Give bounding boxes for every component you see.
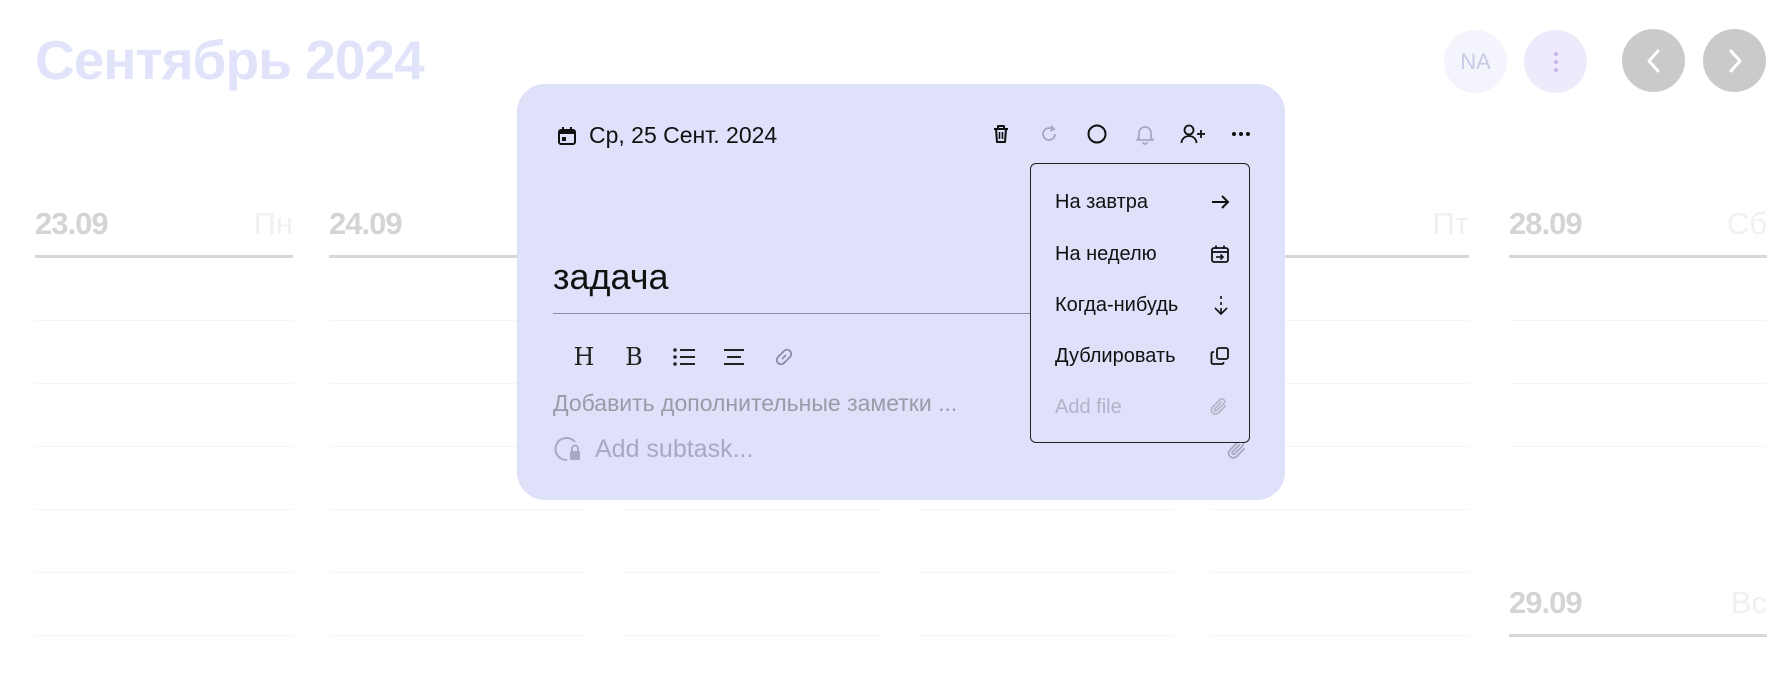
day-date: 23.09 (35, 206, 109, 241)
task-slot[interactable] (35, 447, 293, 510)
bell-icon (1136, 126, 1154, 145)
menu-item-label: Add file (1055, 395, 1122, 418)
complete-toggle[interactable] (1073, 120, 1121, 148)
menu-item-tomorrow[interactable]: На завтра (1055, 187, 1230, 217)
circle-icon (1087, 124, 1107, 144)
next-week-button[interactable] (1703, 29, 1766, 92)
user-avatar[interactable]: NA (1444, 30, 1507, 93)
user-plus-icon (1180, 124, 1205, 144)
align-center-icon (724, 349, 744, 365)
title-divider (553, 313, 1075, 314)
day-date: 24.09 (329, 206, 403, 241)
redo-icon (1042, 125, 1056, 141)
day-date: 28.09 (1509, 206, 1583, 241)
calendar-icon (558, 126, 576, 145)
task-slot[interactable] (329, 510, 587, 573)
task-slot[interactable] (35, 384, 293, 447)
more-menu-button[interactable] (1524, 30, 1587, 93)
calendar-arrow-icon (1211, 245, 1229, 263)
task-options-menu: На завтра На неделю Когда-нибудь Дублиро… (1030, 163, 1250, 443)
chevron-left-icon (1647, 49, 1659, 72)
task-title-input[interactable]: задача (553, 256, 669, 298)
month-title: Сентябрь 2024 (35, 29, 425, 91)
bullet-list-icon (673, 348, 695, 366)
task-slot[interactable] (1509, 321, 1767, 384)
arrow-down-dotted-icon (1214, 296, 1228, 316)
menu-item-next-week[interactable]: На неделю (1055, 239, 1230, 269)
task-slot[interactable] (1211, 573, 1469, 636)
task-slot[interactable] (35, 573, 293, 636)
menu-item-someday[interactable]: Когда-нибудь (1055, 290, 1230, 320)
task-slot[interactable] (1211, 510, 1469, 573)
day-weekday: Пт (1432, 206, 1469, 241)
chevron-right-icon (1729, 49, 1741, 72)
task-slot[interactable] (35, 258, 293, 321)
more-options-button[interactable] (1217, 120, 1265, 148)
task-slot[interactable] (1509, 258, 1767, 321)
bold-button[interactable]: B (609, 342, 659, 372)
menu-item-duplicate[interactable]: Дублировать (1055, 341, 1230, 371)
menu-item-add-file[interactable]: Add file (1055, 392, 1230, 422)
task-slot[interactable] (35, 510, 293, 573)
bullet-list-button[interactable] (659, 342, 709, 372)
day-date: 29.09 (1509, 585, 1583, 620)
align-button[interactable] (709, 342, 759, 372)
notes-input[interactable]: Добавить дополнительные заметки ... (553, 390, 957, 417)
duplicate-icon (1210, 347, 1229, 365)
task-slot[interactable] (35, 321, 293, 384)
menu-item-label: Когда-нибудь (1055, 293, 1179, 316)
arrow-right-icon (1212, 195, 1230, 209)
task-slot[interactable] (623, 510, 881, 573)
delete-button[interactable] (977, 120, 1025, 148)
task-toolbar (977, 120, 1265, 148)
task-slot[interactable] (917, 510, 1175, 573)
task-slot[interactable] (1509, 384, 1767, 447)
link-button[interactable] (759, 342, 809, 372)
day-weekday: Вс (1730, 585, 1767, 620)
trash-icon (994, 125, 1008, 143)
day-header: 28.09 Сб (1509, 200, 1767, 258)
task-date[interactable]: Ср, 25 Сент. 2024 (557, 122, 777, 149)
heading-button[interactable]: H (559, 342, 609, 372)
subtask-row[interactable]: Add subtask... (553, 434, 753, 464)
day-weekday: Сб (1726, 206, 1767, 241)
day-column-sat: 28.09 Сб (1509, 200, 1767, 447)
task-date-label: Ср, 25 Сент. 2024 (589, 122, 778, 148)
menu-item-label: На завтра (1055, 190, 1149, 213)
day-column-mon: 23.09 Пн (35, 200, 293, 636)
day-header: 29.09 Вс (1509, 579, 1767, 637)
locked-progress-icon (554, 437, 580, 462)
previous-week-button[interactable] (1622, 29, 1685, 92)
repeat-button[interactable] (1025, 120, 1073, 148)
paperclip-icon (1210, 398, 1227, 416)
menu-item-label: На неделю (1055, 242, 1157, 265)
task-slot[interactable] (917, 573, 1175, 636)
day-header: 23.09 Пн (35, 200, 293, 258)
day-weekday: Пн (253, 206, 293, 241)
assign-user-button[interactable] (1169, 120, 1217, 148)
subtask-input[interactable]: Add subtask... (595, 435, 753, 464)
vertical-dots-icon (1553, 51, 1558, 72)
task-slot[interactable] (329, 573, 587, 636)
task-slot[interactable] (623, 573, 881, 636)
reminder-button[interactable] (1121, 120, 1169, 148)
format-toolbar: H B (559, 342, 809, 372)
menu-item-label: Дублировать (1055, 344, 1176, 367)
link-icon (775, 348, 793, 366)
day-column-sun: 29.09 Вс (1509, 579, 1767, 637)
horizontal-dots-icon (1232, 132, 1250, 136)
